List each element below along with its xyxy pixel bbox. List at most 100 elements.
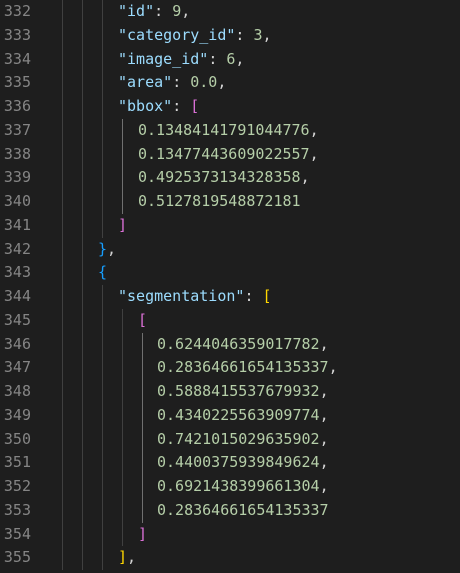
- json-separator: :: [235, 25, 254, 44]
- indent-guide: [102, 451, 103, 475]
- code-text: 0.6921438399661304,: [157, 475, 329, 499]
- code-text: "bbox": [: [118, 95, 199, 119]
- json-comma: ,: [319, 382, 329, 400]
- code-text: 0.5888415537679932,: [157, 380, 329, 404]
- indent-guide: [82, 47, 83, 72]
- indent-guide: [142, 451, 143, 475]
- indent-guide: [82, 308, 83, 333]
- indent-guide: [102, 95, 103, 119]
- json-number: 0.13477443609022557: [138, 144, 310, 163]
- json-separator: :: [172, 73, 191, 92]
- json-key: "segmentation": [118, 287, 245, 305]
- indent-guide: [82, 380, 83, 404]
- code-line[interactable]: 341]: [0, 213, 460, 238]
- indent-guide: [82, 71, 83, 95]
- indent-guide: [82, 213, 83, 238]
- indent-guide: [142, 380, 143, 404]
- json-bracket: ]: [118, 548, 128, 567]
- line-number: 350: [3, 429, 31, 448]
- json-comma: ,: [328, 358, 338, 377]
- json-comma: ,: [319, 334, 329, 353]
- code-line[interactable]: 334 "image_id": 6,: [0, 47, 460, 72]
- code-text: "category_id": 3,: [118, 24, 272, 48]
- code-line[interactable]: 335 "area": 0.0,: [0, 71, 460, 95]
- code-line[interactable]: 353 0.28364661654135337: [0, 498, 460, 523]
- line-number: 342: [3, 239, 31, 258]
- indent-guide: [102, 356, 103, 380]
- code-line[interactable]: 344 "segmentation": [: [0, 285, 460, 309]
- code-line[interactable]: 355],: [0, 546, 460, 570]
- code-line[interactable]: 338 0.13477443609022557,: [0, 142, 460, 167]
- indent-guide: [142, 427, 143, 452]
- json-number: 0.28364661654135337: [157, 500, 329, 519]
- line-number: 333: [3, 25, 31, 44]
- code-text: 0.13477443609022557,: [138, 143, 319, 167]
- indent-guide: [122, 166, 123, 190]
- line-number: 340: [3, 192, 31, 210]
- line-number: 344: [3, 287, 31, 305]
- indent-guide: [62, 95, 63, 119]
- code-line[interactable]: 352 0.6921438399661304,: [0, 475, 460, 499]
- code-line[interactable]: 350 0.7421015029635902,: [0, 427, 460, 452]
- line-number: 338: [3, 144, 31, 163]
- code-line[interactable]: 354]: [0, 522, 460, 547]
- code-line[interactable]: 332 "id": 9,: [0, 0, 460, 24]
- indent-guide: [62, 71, 63, 95]
- code-line[interactable]: 351 0.4400375939849624,: [0, 451, 460, 475]
- line-number: 343: [3, 263, 31, 282]
- json-bracket: [: [138, 310, 148, 329]
- line-number: 339: [3, 168, 31, 187]
- indent-guide: [122, 118, 123, 143]
- indent-guide: [62, 451, 63, 475]
- indent-guide: [102, 498, 103, 523]
- indent-guide: [82, 522, 83, 547]
- indent-guide: [102, 71, 103, 95]
- line-number: 354: [3, 524, 31, 543]
- indent-guide: [122, 380, 123, 404]
- json-separator: :: [208, 49, 227, 68]
- json-comma: ,: [319, 453, 329, 472]
- indent-guide: [62, 261, 63, 285]
- indent-guide: [122, 403, 123, 428]
- indent-guide: [102, 47, 103, 72]
- json-key: "bbox": [118, 97, 173, 115]
- code-line[interactable]: 337 0.13484141791044776,: [0, 118, 460, 143]
- indent-guide: [62, 546, 63, 570]
- code-line[interactable]: 345 [: [0, 308, 460, 333]
- json-separator: :: [244, 287, 263, 305]
- indent-guide: [142, 332, 143, 357]
- indent-guide: [102, 166, 103, 190]
- code-text: ]: [138, 523, 147, 547]
- json-bracket: {: [98, 263, 108, 282]
- indent-guide: [122, 356, 123, 380]
- code-line[interactable]: 339 0.4925373134328358,: [0, 166, 460, 190]
- json-bracket: }: [98, 239, 108, 258]
- line-number: 347: [3, 358, 31, 377]
- json-bracket: [: [262, 287, 272, 305]
- code-line[interactable]: 347 0.28364661654135337,: [0, 356, 460, 380]
- code-editor[interactable]: 332 "id": 9, 333 "category_id": 3, 334 "image…: [0, 0, 460, 573]
- json-key: "area": [118, 73, 173, 92]
- code-line[interactable]: 349 0.4340225563909774,: [0, 403, 460, 428]
- json-separator: :: [172, 97, 191, 115]
- code-line[interactable]: 346 0.6244046359017782,: [0, 332, 460, 357]
- line-number: 335: [3, 73, 31, 92]
- indent-guide: [82, 261, 83, 285]
- json-comma: ,: [319, 405, 329, 424]
- code-line[interactable]: 348 0.5888415537679932,: [0, 380, 460, 404]
- code-text: ],: [118, 546, 136, 570]
- indent-guide: [62, 23, 63, 48]
- code-line[interactable]: 340 0.5127819548872181: [0, 190, 460, 214]
- code-line[interactable]: 342},: [0, 237, 460, 262]
- line-number: 341: [3, 215, 31, 234]
- code-line[interactable]: 336 "bbox": [: [0, 95, 460, 119]
- indent-guide: [82, 403, 83, 428]
- indent-guide: [82, 498, 83, 523]
- indent-guide: [82, 475, 83, 499]
- code-line[interactable]: 343 {: [0, 261, 460, 285]
- code-line[interactable]: 333 "category_id": 3,: [0, 23, 460, 48]
- indent-guide: [102, 546, 103, 570]
- indent-guide: [102, 380, 103, 404]
- indent-guide: [122, 332, 123, 357]
- code-text: 0.4400375939849624,: [157, 451, 329, 475]
